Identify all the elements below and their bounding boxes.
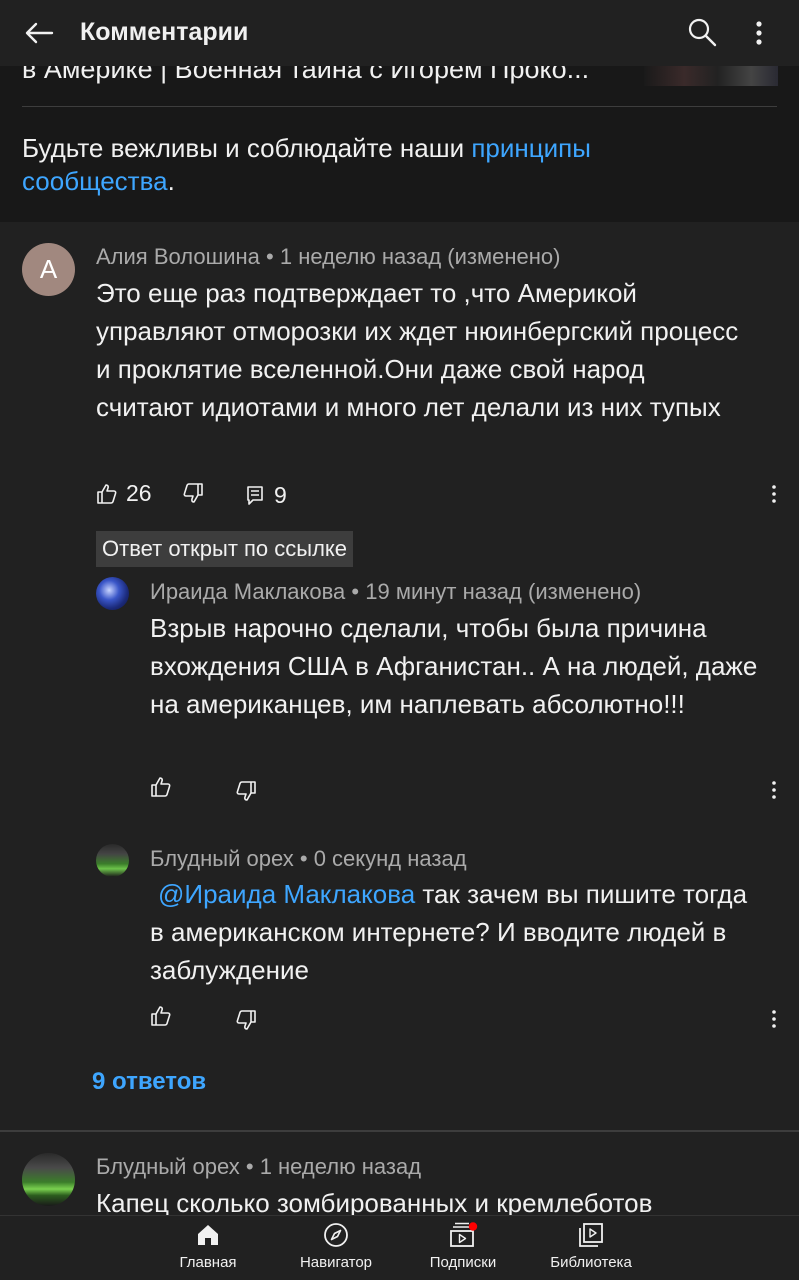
meta-separator: • <box>351 579 360 604</box>
nav-library[interactable]: Библиотека <box>526 1222 656 1271</box>
nav-library-label: Библиотека <box>550 1254 632 1271</box>
subscriptions-icon <box>450 1222 478 1247</box>
nav-home-label: Главная <box>179 1254 237 1271</box>
thumbs-down-icon <box>236 1010 256 1030</box>
reply-time: 0 секунд назад <box>313 846 467 871</box>
comment-text: Это еще раз подтверждает то ,что Америко… <box>96 278 739 422</box>
reply-text: Взрыв нарочно сделали, чтобы была причин… <box>150 613 758 719</box>
dislike-button[interactable] <box>235 780 257 802</box>
comment-meta: Алия Волошина • 1 неделю назад (изменено… <box>96 244 560 270</box>
view-replies-link[interactable]: 9 ответов <box>92 1068 206 1096</box>
thumbs-up-icon <box>151 1006 171 1026</box>
more-vertical-icon <box>756 21 762 45</box>
comment-separator <box>0 1130 799 1132</box>
avatar[interactable] <box>22 1153 75 1206</box>
comment-time: 1 неделю назад (изменено) <box>279 244 561 269</box>
guidelines-end: . <box>167 166 175 196</box>
bottom-navigation: Главная Навигатор Подписки Библиотека <box>0 1215 799 1280</box>
search-button[interactable] <box>686 16 718 48</box>
nav-explore-label: Навигатор <box>299 1254 373 1271</box>
thumbs-down-icon <box>183 483 203 503</box>
like-button[interactable] <box>150 1005 172 1027</box>
avatar-letter: А <box>39 254 58 284</box>
compass-icon <box>324 1223 348 1247</box>
nav-explore[interactable]: Навигатор <box>271 1222 401 1271</box>
page-title: Комментарии <box>80 18 249 46</box>
reply-button[interactable]: 9 <box>246 482 287 509</box>
avatar[interactable] <box>96 577 129 610</box>
reply-meta: Блудный орех • 0 секунд назад <box>150 846 467 872</box>
like-button[interactable] <box>150 776 172 798</box>
comment-time: 1 неделю назад <box>259 1154 422 1179</box>
reply-author[interactable]: Блудный орех <box>150 846 294 871</box>
arrow-left-icon <box>25 22 54 44</box>
nav-home[interactable]: Главная <box>143 1222 273 1271</box>
comment-icon <box>247 485 263 505</box>
search-icon <box>688 18 717 47</box>
reply-author[interactable]: Ираида Маклакова <box>150 579 345 604</box>
back-button[interactable] <box>22 16 56 50</box>
meta-separator: • <box>245 1154 254 1179</box>
reply-count: 9 <box>274 482 287 508</box>
reply-time: 19 минут назад (изменено) <box>365 579 642 604</box>
avatar[interactable]: А <box>22 243 75 296</box>
library-icon <box>579 1223 603 1247</box>
dislike-button[interactable] <box>235 1009 257 1031</box>
nav-subscriptions[interactable]: Подписки <box>398 1222 528 1271</box>
avatar[interactable] <box>96 844 129 877</box>
top-app-bar: Комментарии <box>0 0 799 66</box>
divider <box>22 106 777 107</box>
like-count: 26 <box>126 480 152 506</box>
reply-text: @Ираида Маклакова так зачем вы пишите то… <box>150 875 760 989</box>
comment-author[interactable]: Алия Волошина <box>96 244 260 269</box>
thumbs-up-icon <box>97 483 117 504</box>
reply-menu-button[interactable] <box>770 1008 778 1030</box>
reply-menu-button[interactable] <box>770 779 778 801</box>
more-vertical-icon <box>772 781 776 799</box>
meta-separator: • <box>266 244 274 269</box>
more-options-button[interactable] <box>745 16 773 50</box>
linked-reply-tag: Ответ открыт по ссылке <box>96 531 354 567</box>
reply-meta: Ираида Маклакова • 19 минут назад (измен… <box>150 579 641 605</box>
mention-link[interactable]: @Ираида Маклакова <box>158 879 415 909</box>
nav-subscriptions-label: Подписки <box>429 1254 497 1271</box>
more-vertical-icon <box>772 1010 776 1028</box>
comment-menu-button[interactable] <box>770 483 778 505</box>
video-thumbnail[interactable] <box>644 66 778 86</box>
dislike-button[interactable] <box>182 482 204 504</box>
meta-separator: • <box>299 846 308 871</box>
video-header: в Америке | Военная тайна с Игорем Проко… <box>0 66 799 222</box>
thumbs-down-icon <box>236 781 256 801</box>
like-button[interactable]: 26 <box>96 480 152 507</box>
comment-author[interactable]: Блудный орех <box>96 1154 240 1179</box>
thumbs-up-icon <box>151 777 171 797</box>
more-vertical-icon <box>772 485 776 503</box>
guidelines-text: Будьте вежливы и соблюдайте наши <box>22 133 472 163</box>
community-guidelines-notice: Будьте вежливы и соблюдайте наши принцип… <box>22 132 722 198</box>
comment-meta: Блудный орех • 1 неделю назад <box>96 1154 421 1180</box>
video-title[interactable]: в Америке | Военная тайна с Игорем Проко… <box>22 66 632 86</box>
home-icon <box>198 1225 218 1245</box>
